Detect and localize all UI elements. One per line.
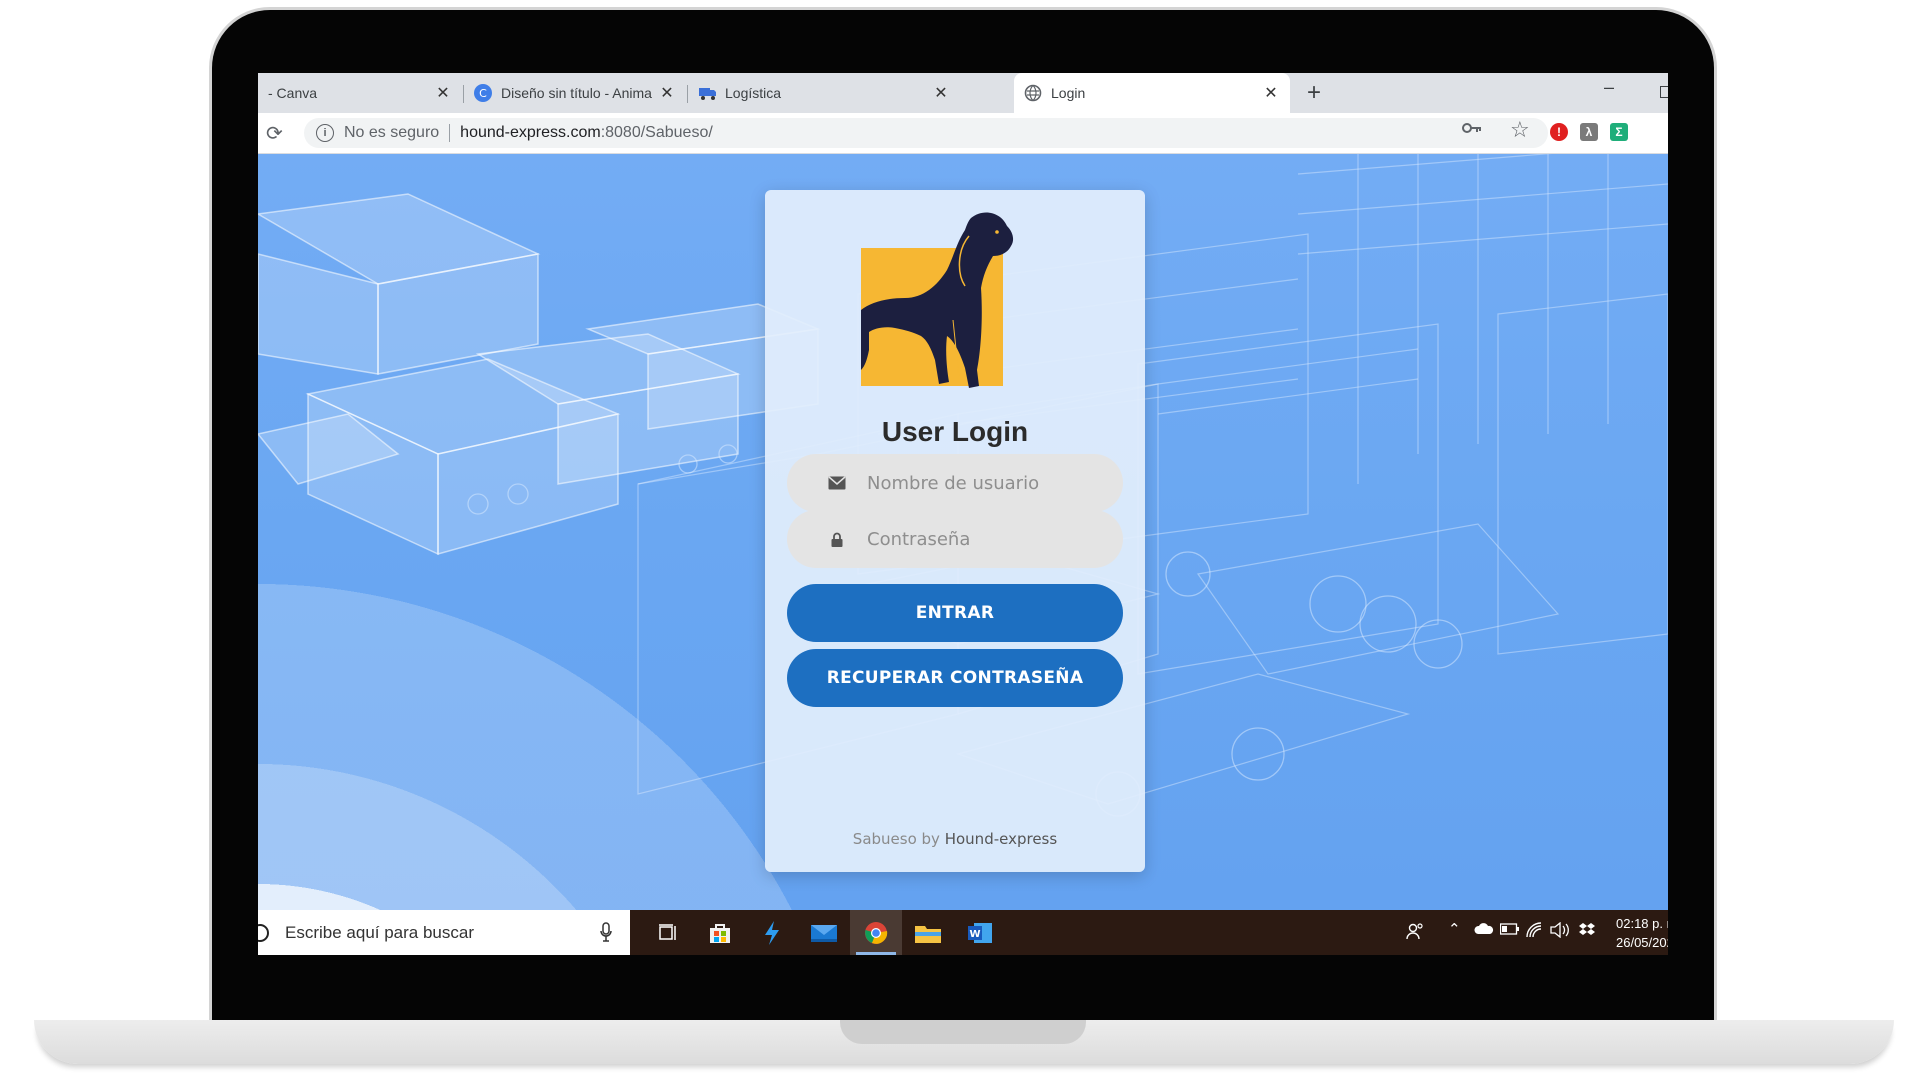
hound-express-logo: [861, 212, 1014, 388]
battery-icon[interactable]: [1499, 922, 1520, 939]
svg-text:W: W: [969, 929, 980, 940]
vscode-icon[interactable]: [746, 910, 798, 955]
username-field[interactable]: [787, 454, 1123, 512]
tab-title: - Canva: [268, 85, 318, 101]
taskbar-search[interactable]: Escribe aquí para buscar: [258, 910, 630, 955]
word-icon[interactable]: W: [954, 910, 1006, 955]
adblock-extension-icon[interactable]: !: [1550, 123, 1568, 141]
url-path: :8080/Sabueso/: [600, 124, 713, 141]
windows-taskbar: Escribe aquí para buscar W ⌃ 02:18 p. 26…: [258, 910, 1668, 955]
tab-login[interactable]: Login ✕: [1014, 73, 1290, 113]
login-card: User Login ENTRAR RECUPERAR CONTRASEÑA S…: [765, 190, 1145, 872]
maximize-button[interactable]: [1660, 86, 1668, 98]
truck-icon: [698, 84, 716, 102]
browser-tab-bar: - Canva ✕ C Diseño sin título - Animated…: [258, 73, 1668, 113]
lock-icon: [825, 532, 849, 547]
address-bar[interactable]: i No es seguro hound-express.com:8080/Sa…: [304, 118, 1548, 148]
security-label: No es seguro: [344, 124, 440, 141]
chevron-up-icon[interactable]: ⌃: [1448, 920, 1461, 938]
mail-icon[interactable]: [798, 910, 850, 955]
close-icon[interactable]: ✕: [434, 83, 452, 103]
footer-credit: Sabueso by Hound-express: [765, 830, 1145, 848]
tab-title: Logística: [725, 85, 782, 101]
footer-brand: Hound-express: [944, 830, 1058, 848]
footer-prefix: Sabueso by: [852, 830, 940, 848]
tab-title: Diseño sin título - Animated Social: [501, 85, 652, 101]
url-host: hound-express.com: [460, 124, 601, 141]
onedrive-icon[interactable]: [1474, 922, 1494, 940]
tab-title: Login: [1051, 85, 1086, 101]
key-icon[interactable]: [1462, 121, 1482, 139]
search-icon: [258, 923, 269, 942]
recover-password-button[interactable]: RECUPERAR CONTRASEÑA: [787, 649, 1123, 707]
laptop-screen: - Canva ✕ C Diseño sin título - Animated…: [258, 73, 1668, 955]
store-icon[interactable]: [694, 910, 746, 955]
new-tab-button[interactable]: +: [1300, 79, 1328, 107]
tab-canva[interactable]: - Canva ✕: [258, 73, 462, 113]
extension-icon[interactable]: Σ: [1610, 123, 1628, 141]
volume-icon[interactable]: [1550, 921, 1570, 942]
close-icon[interactable]: ✕: [658, 83, 676, 103]
microphone-icon[interactable]: [600, 922, 612, 947]
username-input[interactable]: [865, 471, 1099, 495]
close-icon[interactable]: ✕: [932, 83, 950, 103]
taskbar-search-placeholder: Escribe aquí para buscar: [285, 922, 474, 942]
omnibox-separator: [449, 124, 451, 142]
password-input[interactable]: [865, 527, 1099, 551]
browser-toolbar: ⟳ i No es seguro hound-express.com:8080/…: [258, 113, 1668, 154]
clock-date: 26/05/2021: [1616, 935, 1668, 950]
chrome-icon[interactable]: [850, 910, 902, 955]
info-icon[interactable]: i: [316, 124, 334, 142]
password-field[interactable]: [787, 510, 1123, 568]
close-icon[interactable]: ✕: [1262, 83, 1280, 103]
envelope-icon: [825, 476, 849, 490]
wifi-icon[interactable]: [1526, 922, 1544, 942]
taskbar-clock[interactable]: 02:18 p. m. 26/05/2021: [1616, 914, 1668, 952]
globe-icon: [1024, 84, 1042, 102]
reload-icon[interactable]: ⟳: [266, 121, 283, 146]
tab-diseno[interactable]: C Diseño sin título - Animated Social ✕: [464, 73, 686, 113]
task-view-icon[interactable]: [642, 910, 694, 955]
canva-c-icon: C: [474, 84, 492, 102]
bookmark-star-icon[interactable]: ☆: [1510, 117, 1530, 143]
svg-text:C: C: [479, 87, 487, 100]
people-icon[interactable]: [1406, 922, 1424, 944]
minimize-button[interactable]: –: [1604, 77, 1614, 98]
dropbox-icon[interactable]: [1578, 922, 1596, 942]
page-title: User Login: [881, 416, 1029, 447]
tab-logistica[interactable]: Logística ✕: [688, 73, 960, 113]
login-button[interactable]: ENTRAR: [787, 584, 1123, 642]
laptop-notch: [840, 1020, 1086, 1044]
page-content: User Login ENTRAR RECUPERAR CONTRASEÑA S…: [258, 154, 1668, 910]
file-explorer-icon[interactable]: [902, 910, 954, 955]
extension-icon[interactable]: λ: [1580, 123, 1598, 141]
clock-time: 02:18 p. m.: [1616, 916, 1668, 931]
